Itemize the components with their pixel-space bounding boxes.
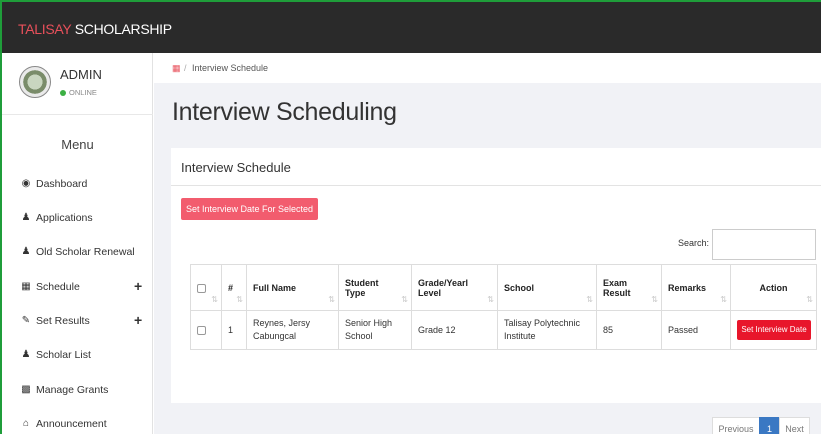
sidebar-item-label: Applications: [36, 212, 93, 224]
pencil-icon: ✎: [21, 315, 31, 326]
sidebar-item-manage-grants[interactable]: ▩ Manage Grants: [2, 372, 153, 406]
sidebar-item-set-results[interactable]: ✎ Set Results +: [2, 303, 153, 337]
cell-full-name: Reynes, Jersy Cabungcal: [246, 310, 339, 350]
profile-name: ADMIN: [60, 67, 102, 82]
cell-grade-level: Grade 12: [411, 310, 498, 350]
column-header-action[interactable]: Action ⇅: [730, 264, 817, 311]
sidebar-item-label: Announcement: [36, 418, 107, 430]
pagination: Previous 1 Next: [712, 417, 810, 434]
brand-accent: TALISAY: [18, 21, 72, 37]
online-dot-icon: [60, 90, 66, 97]
sidebar-item-label: Dashboard: [36, 178, 88, 190]
divider: [171, 185, 821, 186]
sort-icon[interactable]: ⇅: [328, 295, 335, 304]
column-header-school[interactable]: School ⇅: [497, 264, 597, 311]
set-interview-date-selected-button[interactable]: Set Interview Date For Selected: [181, 198, 318, 220]
users-icon: ♟: [21, 246, 31, 257]
page-1-button[interactable]: 1: [759, 417, 780, 434]
user-profile: ADMIN ONLINE: [2, 53, 153, 115]
brand-logo-text[interactable]: TALISAY SCHOLARSHIP: [18, 21, 172, 37]
column-header-exam-result[interactable]: Exam Result ⇅: [596, 264, 662, 311]
sort-icon[interactable]: ⇅: [806, 295, 813, 304]
menu-title: Menu: [61, 137, 94, 152]
row-select-cell: [190, 310, 222, 350]
schedule-table: ⇅ # ⇅ Full Name ⇅ Student Type ⇅ Grade/Year…: [190, 264, 817, 350]
users-icon: ♟: [21, 212, 31, 223]
sidebar-item-old-scholar-renewal[interactable]: ♟ Old Scholar Renewal: [2, 234, 153, 268]
cell-remarks: Passed: [661, 310, 731, 350]
cell-number: 1: [221, 310, 247, 350]
sidebar-item-label: Old Scholar Renewal: [36, 246, 135, 258]
cell-school: Talisay Polytechnic Institute: [497, 310, 597, 350]
cell-student-type: Senior High School: [338, 310, 412, 350]
column-header-grade-level[interactable]: Grade/Yearl Level ⇅: [411, 264, 498, 311]
sidebar-item-label: Schedule: [36, 281, 80, 293]
search-label: Search:: [678, 238, 710, 248]
status-label: ONLINE: [69, 88, 97, 97]
sort-icon[interactable]: ⇅: [586, 295, 593, 304]
previous-page-button[interactable]: Previous: [712, 417, 760, 434]
table-header-row: ⇅ # ⇅ Full Name ⇅ Student Type ⇅ Grade/Year…: [190, 264, 817, 311]
select-all-checkbox[interactable]: [197, 283, 206, 293]
top-navbar: TALISAY SCHOLARSHIP: [2, 2, 821, 53]
expand-plus-icon[interactable]: +: [134, 312, 142, 328]
sort-icon[interactable]: ⇅: [487, 295, 494, 304]
sort-icon[interactable]: ⇅: [720, 295, 727, 304]
app-window: TALISAY SCHOLARSHIP ADMIN ONLINE Menu ◉ …: [0, 0, 821, 434]
column-header-student-type[interactable]: Student Type ⇅: [338, 264, 412, 311]
sidebar-item-label: Manage Grants: [36, 384, 109, 396]
sidebar-item-label: Set Results: [36, 315, 90, 327]
sidebar-item-scholar-list[interactable]: ♟ Scholar List: [2, 337, 153, 371]
select-all-header[interactable]: ⇅: [190, 264, 222, 311]
next-page-button[interactable]: Next: [779, 417, 810, 434]
column-header-remarks[interactable]: Remarks ⇅: [661, 264, 731, 311]
sort-icon[interactable]: ⇅: [211, 295, 218, 304]
panel-title: Interview Schedule: [181, 160, 291, 175]
page-title: Interview Scheduling: [172, 98, 397, 126]
search-input[interactable]: [712, 229, 816, 260]
sort-icon[interactable]: ⇅: [236, 295, 243, 304]
table-row: 1 Reynes, Jersy Cabungcal Senior High Sc…: [190, 310, 817, 350]
breadcrumb-separator: /: [184, 63, 187, 73]
sidebar-item-schedule[interactable]: ▦ Schedule +: [2, 269, 153, 303]
sidebar-item-announcement[interactable]: ⌂ Announcement: [2, 406, 153, 434]
sidebar-item-dashboard[interactable]: ◉ Dashboard: [2, 166, 153, 200]
column-header-full-name[interactable]: Full Name ⇅: [246, 264, 339, 311]
cell-action: Set Interview Date: [730, 310, 817, 350]
cell-exam-result: 85: [596, 310, 662, 350]
money-icon: ▩: [21, 384, 31, 395]
expand-plus-icon[interactable]: +: [134, 278, 142, 294]
sidebar: ADMIN ONLINE Menu ◉ Dashboard ♟ Applicat…: [2, 53, 153, 434]
breadcrumb-current: Interview Schedule: [192, 63, 269, 73]
users-icon: ♟: [21, 349, 31, 360]
breadcrumb: ▦ / Interview Schedule: [154, 53, 821, 83]
home-icon: ⌂: [22, 418, 30, 429]
interview-schedule-panel: Interview Schedule Set Interview Date Fo…: [171, 148, 821, 434]
calendar-icon: ▦: [21, 281, 31, 292]
set-interview-date-button[interactable]: Set Interview Date: [737, 320, 811, 340]
dashboard-icon: ◉: [21, 178, 31, 189]
sort-icon[interactable]: ⇅: [401, 295, 408, 304]
online-status: ONLINE: [60, 88, 97, 97]
home-calendar-icon[interactable]: ▦: [172, 63, 181, 74]
column-header-number[interactable]: # ⇅: [221, 264, 247, 311]
sort-icon[interactable]: ⇅: [651, 295, 658, 304]
brand-rest: SCHOLARSHIP: [71, 21, 172, 37]
avatar: [19, 66, 51, 98]
row-checkbox[interactable]: [197, 325, 206, 335]
sidebar-item-applications[interactable]: ♟ Applications: [2, 200, 153, 234]
sidebar-item-label: Scholar List: [36, 349, 91, 361]
main-content: ▦ / Interview Schedule Interview Schedul…: [154, 53, 821, 434]
